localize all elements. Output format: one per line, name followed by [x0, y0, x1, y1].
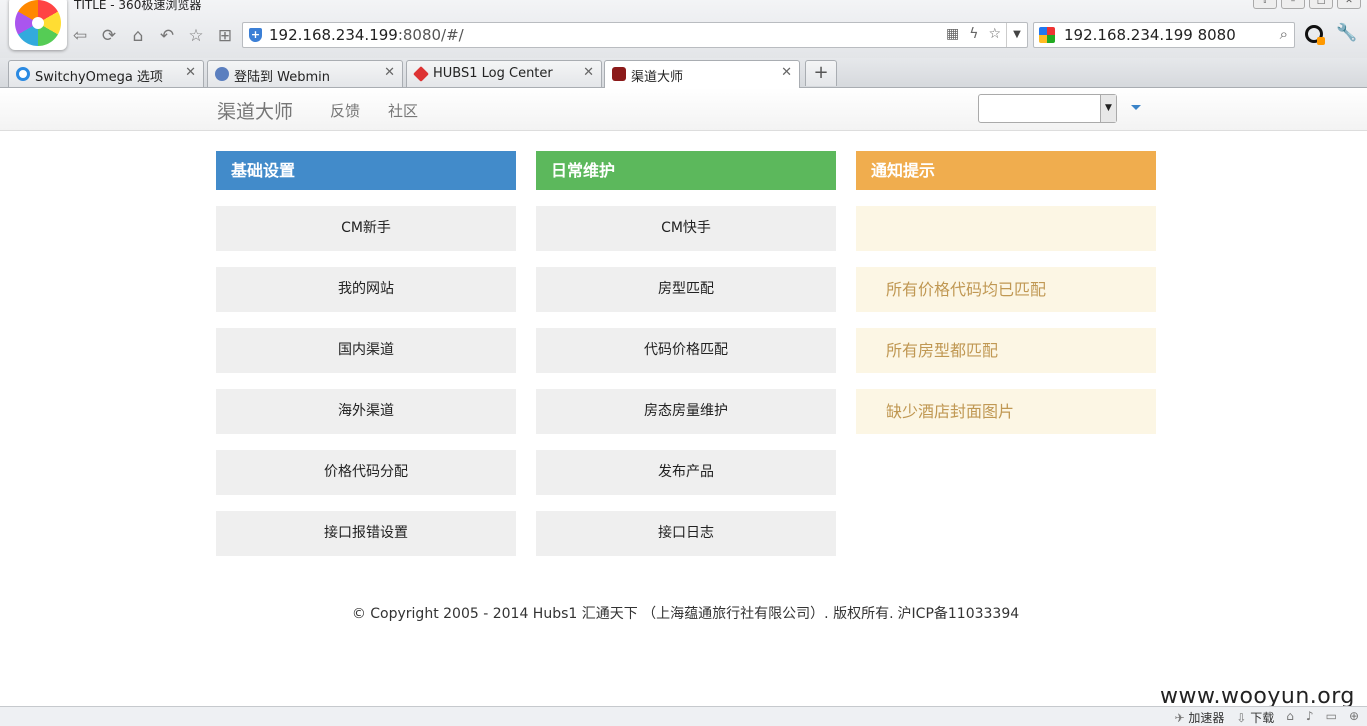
menu-item[interactable]: 房型匹配 — [536, 267, 836, 312]
hubs1-icon — [413, 66, 429, 82]
tab-switchyomega[interactable]: SwitchyOmega 选项 ✕ — [8, 60, 204, 87]
apps-grid-icon[interactable]: ⊞ — [215, 26, 235, 46]
search-box[interactable]: 192.168.234.199 8080 ⌕ — [1033, 22, 1295, 48]
menu-item[interactable]: 海外渠道 — [216, 389, 516, 434]
menu-item[interactable]: 代码价格匹配 — [536, 328, 836, 373]
notice-item[interactable]: 所有房型都匹配 — [856, 328, 1156, 373]
browser-toolbar: TITLE - 360极速浏览器 ⇧ – □ ✕ ⇦ ⟳ ⌂ ↶ ☆ ⊞ + 1… — [0, 0, 1367, 58]
url-text[interactable]: 192.168.234.199:8080/#/ — [269, 26, 464, 44]
close-icon[interactable]: ✕ — [583, 65, 594, 80]
notice-item[interactable]: 缺少酒店封面图片 — [856, 389, 1156, 434]
security-shield-icon: + — [249, 28, 262, 42]
menu-item[interactable]: 房态房量维护 — [536, 389, 836, 434]
close-icon[interactable]: ✕ — [781, 65, 792, 80]
tab-strip: SwitchyOmega 选项 ✕ 登陆到 Webmin ✕ HUBS1 Log… — [0, 58, 1367, 88]
hotel-select[interactable]: ▼ — [978, 94, 1117, 123]
footer: © Copyright 2005 - 2014 Hubs1 汇通天下 （上海蕴通… — [0, 603, 1367, 623]
pin-window-button[interactable]: ⇧ — [1253, 0, 1277, 9]
browser-logo[interactable] — [9, 0, 67, 50]
close-window-button[interactable]: ✕ — [1337, 0, 1361, 9]
url-host: 192.168.234.199 — [269, 26, 398, 44]
brand[interactable]: 渠道大师 — [217, 97, 293, 124]
maximize-button[interactable]: □ — [1309, 0, 1333, 9]
qr-code-icon[interactable]: ▦ — [946, 26, 959, 42]
webmin-icon — [215, 67, 229, 81]
column-daily-maintenance: 日常维护 CM快手 房型匹配 代码价格匹配 房态房量维护 发布产品 接口日志 — [536, 151, 836, 556]
window-title: TITLE - 360极速浏览器 — [74, 0, 202, 12]
tab-qudao-dashi[interactable]: 渠道大师 ✕ — [604, 60, 800, 88]
menu-item[interactable]: CM快手 — [536, 206, 836, 251]
close-icon[interactable]: ✕ — [384, 65, 395, 80]
menu-item[interactable]: 接口报错设置 — [216, 511, 516, 556]
zoom-icon[interactable]: ⊕ — [1349, 709, 1359, 726]
favorite-icon[interactable]: ☆ — [186, 26, 206, 46]
column-notifications: 通知提示 所有价格代码均已匹配 所有房型都匹配 缺少酒店封面图片 — [856, 151, 1156, 434]
download-label: 下载 — [1250, 711, 1275, 725]
column-title: 日常维护 — [536, 151, 836, 190]
tab-label: 渠道大师 — [631, 70, 684, 85]
home-icon[interactable]: ⌂ — [128, 26, 148, 46]
menu-item[interactable]: 价格代码分配 — [216, 450, 516, 495]
menu-item[interactable]: 发布产品 — [536, 450, 836, 495]
menu-item[interactable]: 国内渠道 — [216, 328, 516, 373]
menu-item[interactable]: CM新手 — [216, 206, 516, 251]
address-dropdown-icon[interactable]: ▼ — [1006, 23, 1027, 47]
tab-label: SwitchyOmega 选项 — [35, 70, 163, 85]
site-navbar: 渠道大师 反馈 社区 ▼ — [0, 88, 1367, 131]
column-title: 通知提示 — [856, 151, 1156, 190]
download-button[interactable]: ⇩ 下载 — [1236, 709, 1274, 726]
extension-icon[interactable] — [1305, 25, 1325, 45]
new-tab-button[interactable]: + — [805, 60, 837, 86]
forward-icon[interactable]: ⟳ — [99, 26, 119, 46]
search-engine-icon[interactable] — [1039, 27, 1055, 43]
window-controls: ⇧ – □ ✕ — [1253, 0, 1361, 9]
qudao-icon — [612, 67, 626, 81]
status-bar: ✈ 加速器 ⇩ 下载 ⌂ ♪ ▭ ⊕ — [0, 706, 1367, 726]
accelerator-button[interactable]: ✈ 加速器 — [1174, 709, 1224, 726]
wrench-icon[interactable]: 🔧 — [1336, 23, 1357, 43]
menu-item[interactable]: 接口日志 — [536, 511, 836, 556]
home-status-icon[interactable]: ⌂ — [1286, 709, 1294, 726]
undo-close-icon[interactable]: ↶ — [157, 26, 177, 46]
icp-number: 沪ICP备11033394 — [897, 606, 1020, 622]
notice-item — [856, 206, 1156, 251]
rocket-icon: ✈ — [1174, 711, 1185, 725]
bookmark-star-icon[interactable]: ☆ — [988, 26, 1001, 42]
notice-item[interactable]: 所有价格代码均已匹配 — [856, 267, 1156, 312]
copyright-text: © Copyright 2005 - 2014 Hubs1 汇通天下 （上海蕴通… — [351, 606, 894, 622]
tab-label: HUBS1 Log Center — [433, 66, 553, 81]
menu-item[interactable]: 我的网站 — [216, 267, 516, 312]
tab-label: 登陆到 Webmin — [234, 70, 330, 85]
switchyomega-icon — [16, 67, 30, 81]
lightning-icon[interactable]: ϟ — [969, 26, 978, 42]
user-menu-caret-icon[interactable] — [1131, 105, 1141, 110]
nav-feedback[interactable]: 反馈 — [330, 100, 360, 121]
volume-icon[interactable]: ♪ — [1306, 709, 1314, 726]
search-input[interactable]: 192.168.234.199 8080 — [1064, 26, 1236, 44]
download-icon: ⇩ — [1236, 711, 1247, 725]
chevron-down-icon[interactable]: ▼ — [1100, 95, 1116, 122]
nav-community[interactable]: 社区 — [388, 100, 418, 121]
browser-logo-icon — [15, 0, 61, 46]
tab-hubs1-log[interactable]: HUBS1 Log Center ✕ — [406, 60, 602, 87]
minimize-button[interactable]: – — [1281, 0, 1305, 9]
column-basic-settings: 基础设置 CM新手 我的网站 国内渠道 海外渠道 价格代码分配 接口报错设置 — [216, 151, 516, 556]
url-path: :8080/#/ — [397, 26, 464, 44]
address-bar[interactable]: + 192.168.234.199:8080/#/ ▦ ϟ ☆ ▼ — [242, 22, 1028, 48]
accelerator-label: 加速器 — [1188, 711, 1225, 725]
tab-webmin[interactable]: 登陆到 Webmin ✕ — [207, 60, 403, 87]
search-icon[interactable]: ⌕ — [1280, 25, 1288, 43]
screen-icon[interactable]: ▭ — [1326, 709, 1337, 726]
column-title: 基础设置 — [216, 151, 516, 190]
close-icon[interactable]: ✕ — [185, 65, 196, 80]
back-icon[interactable]: ⇦ — [70, 26, 90, 46]
